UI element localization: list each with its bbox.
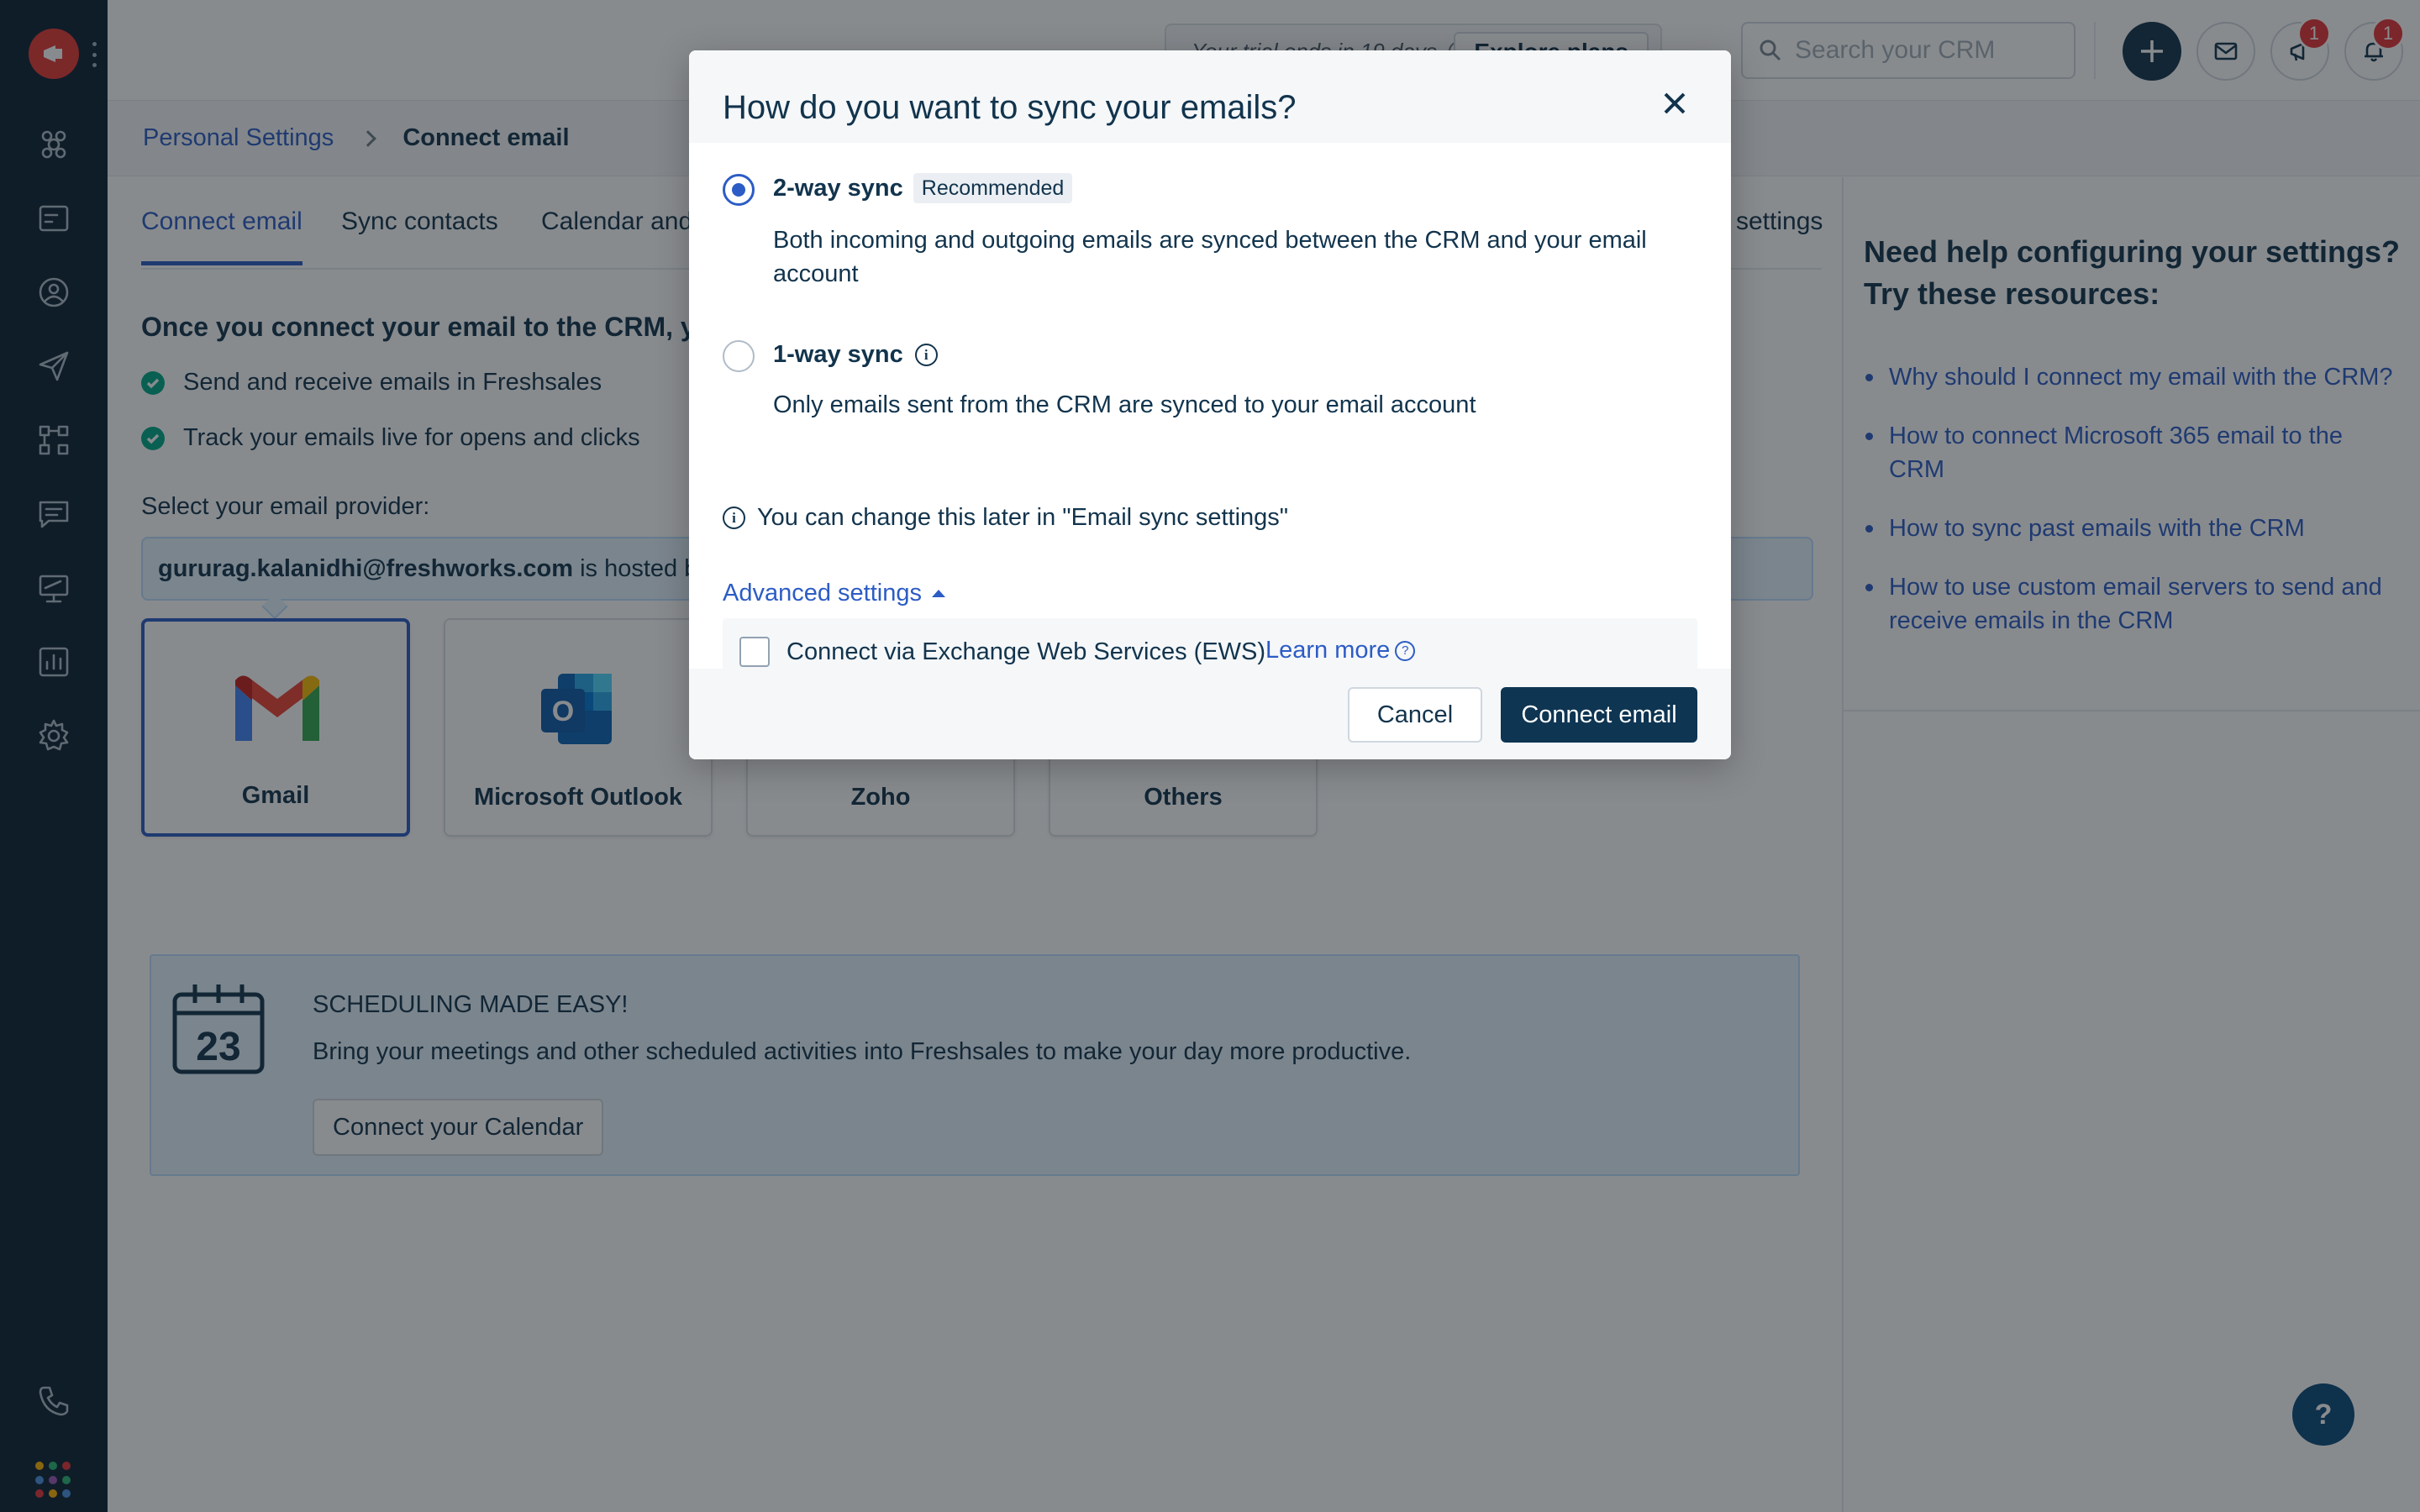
modal-title: How do you want to sync your emails? [723,89,1297,126]
radio-2-way-sync[interactable] [723,174,755,206]
sync-email-modal: How do you want to sync your emails? 2-w… [689,50,1731,759]
close-icon[interactable] [1654,82,1696,124]
option-description: Both incoming and outgoing emails are sy… [773,227,1647,287]
modal-header: How do you want to sync your emails? [689,50,1731,143]
ews-checkbox[interactable] [739,637,770,667]
change-later-note: i You can change this later in "Email sy… [723,504,1288,532]
learn-more-text: Learn more [1265,637,1391,664]
recommended-badge: Recommended [913,173,1073,203]
option-label: 2-way sync [773,174,903,202]
option-label: 1-way sync [773,341,903,368]
option-1-way-sync[interactable]: 1-way sync i [773,341,938,369]
note-text: You can change this later in "Email sync… [757,504,1289,531]
connect-email-button[interactable]: Connect email [1501,687,1697,743]
help-circle-icon: ? [1395,640,1416,661]
advanced-settings-toggle[interactable]: Advanced settings [723,580,945,607]
advanced-settings-label: Advanced settings [723,580,922,606]
modal-footer: Cancel Connect email [689,669,1731,759]
cancel-button[interactable]: Cancel [1348,687,1482,743]
ews-label: Connect via Exchange Web Services (EWS) [786,638,1266,665]
learn-more-link[interactable]: Learn more ? [1265,637,1416,664]
radio-1-way-sync[interactable] [723,340,755,372]
info-icon[interactable]: i [914,344,938,366]
option-2-way-sync[interactable]: 2-way sync Recommended [773,173,1073,203]
caret-up-icon [931,590,945,597]
option-description: Only emails sent from the CRM are synced… [773,391,1476,418]
info-icon: i [723,507,745,529]
